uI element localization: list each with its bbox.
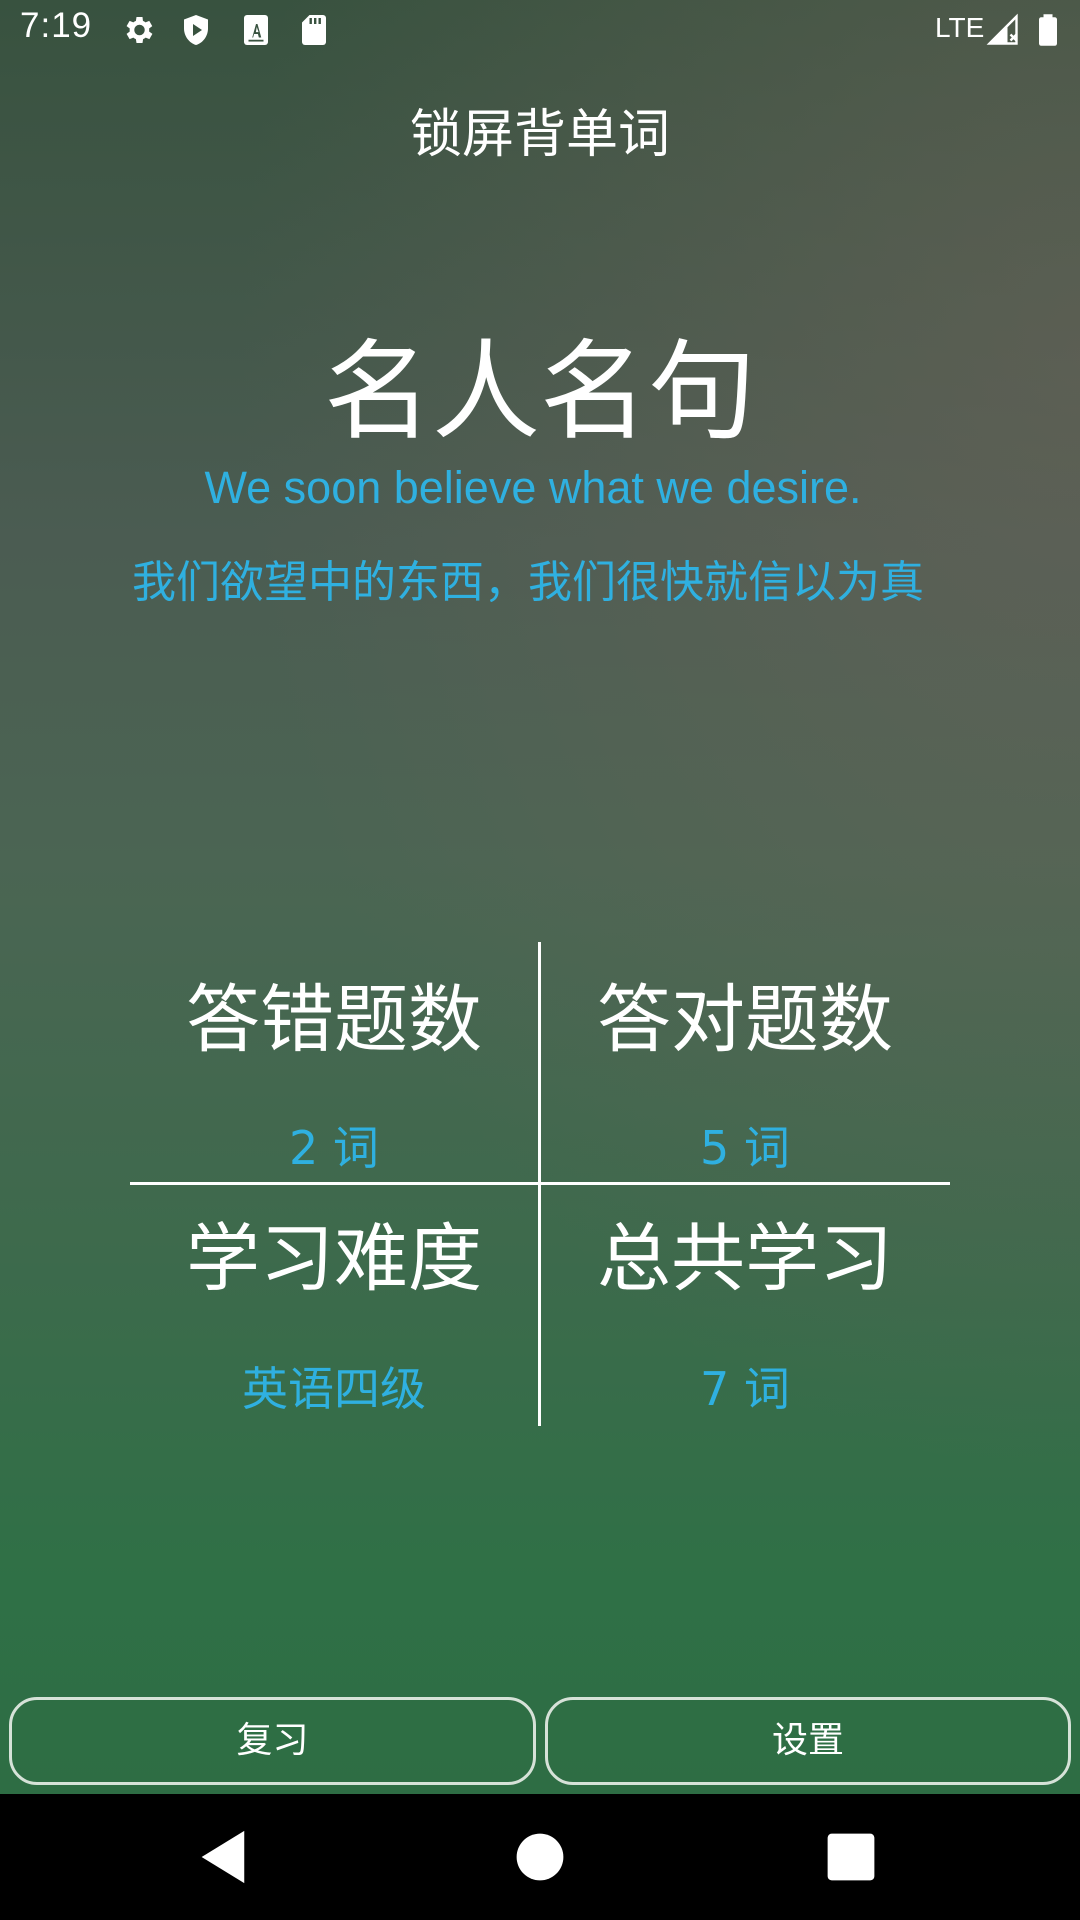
shield-play-icon <box>184 15 208 45</box>
review-button[interactable]: 复习 <box>9 1697 536 1785</box>
settings-button[interactable]: 设置 <box>545 1697 1071 1785</box>
stat-total-label: 总共学习 <box>597 1216 893 1302</box>
stat-wrong-value: 2 词 <box>289 1121 379 1175</box>
status-time: 7:19 <box>20 6 93 45</box>
network-type: LTE <box>935 12 985 43</box>
status-bar: 7:19 LTE <box>0 0 1080 63</box>
recents-icon[interactable] <box>818 1824 884 1890</box>
stat-correct-value: 5 词 <box>700 1121 790 1175</box>
gear-icon <box>126 16 153 44</box>
stat-wrong-label: 答错题数 <box>186 977 482 1063</box>
app-screen: 7:19 LTE 锁屏背单词 名人名句 We soon believe what… <box>0 0 1080 1794</box>
stats-grid: 答错题数 2 词 答对题数 5 词 学习难度 英语四级 总共学习 7 词 <box>130 942 950 1426</box>
stat-difficulty-value: 英语四级 <box>242 1362 426 1416</box>
battery-icon <box>1039 14 1057 46</box>
signal-icon <box>986 13 1018 45</box>
app-title: 锁屏背单词 <box>409 105 670 165</box>
stat-correct: 答对题数 5 词 <box>541 942 949 1182</box>
quote-heading: 名人名句 <box>323 330 756 455</box>
stat-correct-label: 答对题数 <box>597 977 893 1063</box>
stat-total-value: 7 词 <box>700 1362 790 1416</box>
sd-card-icon <box>302 15 326 45</box>
stat-difficulty-label: 学习难度 <box>186 1216 482 1302</box>
text-a-icon <box>244 15 268 45</box>
nav-bar <box>0 1794 1080 1920</box>
back-icon[interactable] <box>192 1824 258 1890</box>
stat-wrong: 答错题数 2 词 <box>130 942 538 1182</box>
stat-total: 总共学习 7 词 <box>541 1185 949 1426</box>
stat-difficulty: 学习难度 英语四级 <box>130 1185 538 1426</box>
quote-english: We soon believe what we desire. <box>204 462 862 513</box>
home-icon[interactable] <box>507 1824 573 1890</box>
quote-chinese: 我们欲望中的东西，我们很快就信以为真 <box>132 557 924 608</box>
